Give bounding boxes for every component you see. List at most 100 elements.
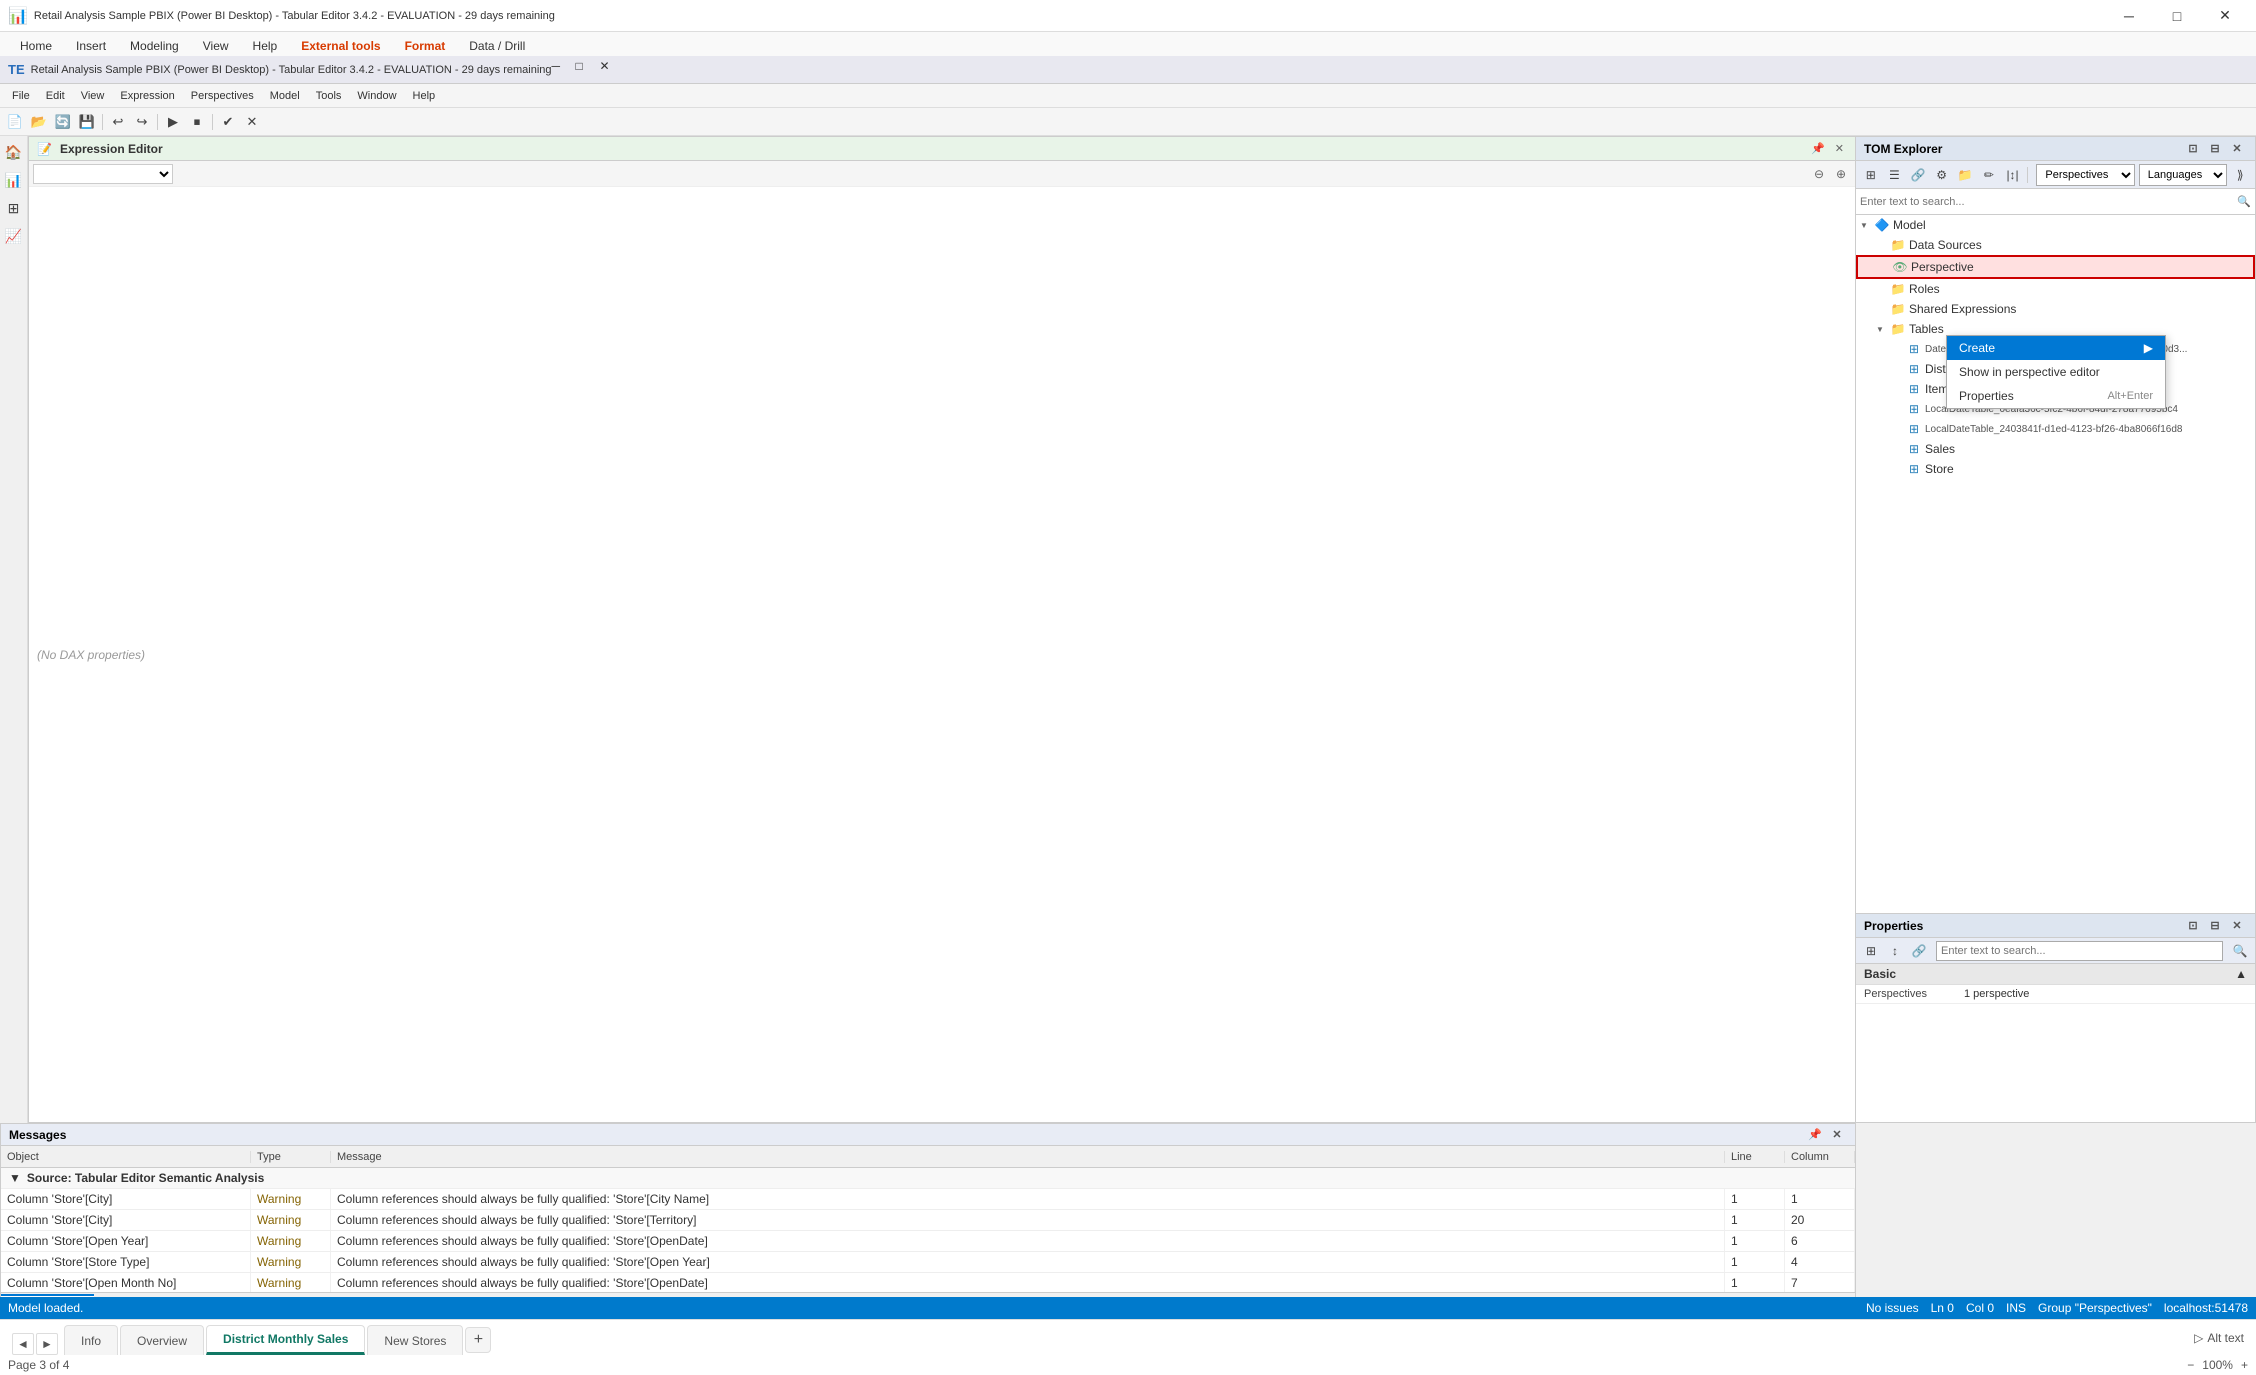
pbi-nav-right[interactable]: ► [36, 1333, 58, 1355]
window-controls: ─ □ ✕ [2106, 0, 2248, 32]
te-tb-redo[interactable]: ↪ [131, 111, 153, 133]
tree-item-perspective[interactable]: 👁 Perspective [1856, 255, 2255, 279]
tom-float-btn[interactable]: ⊟ [2205, 139, 2225, 159]
tree-item-shared[interactable]: 📁 Shared Expressions [1856, 299, 2255, 319]
te-tb-run[interactable]: ▶ [162, 111, 184, 133]
expr-nav-next[interactable]: ⊕ [1831, 164, 1851, 184]
tom-tb-settings[interactable]: ⚙ [1931, 164, 1953, 186]
tree-item-roles[interactable]: 📁 Roles [1856, 279, 2255, 299]
tree-item-datasources[interactable]: 📁 Data Sources [1856, 235, 2255, 255]
tree-item-localdatetable2[interactable]: ⊞ LocalDateTable_2403841f-d1ed-4123-bf26… [1856, 419, 2255, 439]
pbi-zoom-in-icon[interactable]: + [2241, 1358, 2248, 1372]
tabular-editor: TE Retail Analysis Sample PBIX (Power BI… [0, 56, 2256, 1319]
props-restore-btn[interactable]: ⊡ [2183, 916, 2203, 936]
te-tb-undo[interactable]: ↩ [107, 111, 129, 133]
messages-panel: Messages 📌 ✕ Object Type Message Line Co… [0, 1123, 1856, 1319]
pbi-tab-info[interactable]: Info [64, 1325, 118, 1355]
te-menu-view[interactable]: View [73, 88, 113, 104]
pbi-zoom-out-icon[interactable]: − [2187, 1358, 2194, 1372]
props-tb-grid[interactable]: ⊞ [1860, 940, 1882, 962]
te-tb-new[interactable]: 📄 [4, 111, 26, 133]
model-label: Model [1893, 218, 1926, 232]
msg-row3-col: 6 [1785, 1231, 1855, 1251]
tom-search-input[interactable] [1860, 192, 2237, 212]
pbi-add-tab-button[interactable]: + [465, 1327, 491, 1353]
ctx-create-arrow: ▶ [2144, 341, 2153, 355]
te-tb-open[interactable]: 📂 [28, 111, 50, 133]
tom-header-controls: ⊡ ⊟ ✕ [2183, 139, 2247, 159]
te-menu-help[interactable]: Help [405, 88, 444, 104]
ctx-create-label: Create [1959, 341, 1995, 355]
ctx-show-perspective-label: Show in perspective editor [1959, 365, 2100, 379]
props-search-icon[interactable]: 🔍 [2229, 940, 2251, 962]
te-menu-model[interactable]: Model [262, 88, 308, 104]
ctx-create[interactable]: Create ▶ [1947, 336, 2165, 360]
te-menu-window[interactable]: Window [349, 88, 404, 104]
ctx-show-perspective[interactable]: Show in perspective editor [1947, 360, 2165, 384]
msg-pin-btn[interactable]: 📌 [1805, 1125, 1825, 1145]
tree-item-store[interactable]: ⊞ Store [1856, 459, 2255, 479]
te-menu-file[interactable]: File [4, 88, 38, 104]
table-row[interactable]: Column 'Store'[Store Type] Warning Colum… [1, 1252, 1855, 1273]
close-button[interactable]: ✕ [2202, 0, 2248, 32]
tom-close-btn[interactable]: ✕ [2227, 139, 2247, 159]
left-icon-chart[interactable]: 📈 [2, 224, 26, 248]
expr-pin-btn[interactable]: 📌 [1808, 141, 1828, 156]
props-tb-sort[interactable]: ↕ [1884, 940, 1906, 962]
expression-editor-content[interactable]: (No DAX properties) [29, 187, 1855, 1122]
table-row[interactable]: Column 'Store'[City] Warning Column refe… [1, 1210, 1855, 1231]
table-row[interactable]: Column 'Store'[City] Warning Column refe… [1, 1189, 1855, 1210]
props-close-btn[interactable]: ✕ [2227, 916, 2247, 936]
tree-item-model[interactable]: 🔷 Model [1856, 215, 2255, 235]
perspectives-dropdown[interactable]: Perspectives [2036, 164, 2134, 186]
te-tb-stop[interactable]: ⏹ [186, 111, 208, 133]
table-row[interactable]: Column 'Store'[Open Month No] Warning Co… [1, 1273, 1855, 1292]
pbi-tab-new-stores[interactable]: New Stores [367, 1325, 463, 1355]
tom-tb-edit[interactable]: ✏ [1978, 164, 2000, 186]
te-menu-edit[interactable]: Edit [38, 88, 73, 104]
languages-dropdown[interactable]: Languages [2139, 164, 2228, 186]
props-float-btn[interactable]: ⊟ [2205, 916, 2225, 936]
tom-tb-tables[interactable]: ⊞ [1860, 164, 1882, 186]
expr-close-btn[interactable]: ✕ [1832, 141, 1847, 156]
alt-text-panel[interactable]: ▷ Alt text [2182, 1320, 2256, 1356]
pbi-nav-left[interactable]: ◄ [12, 1333, 34, 1355]
left-icon-table[interactable]: 📊 [2, 168, 26, 192]
minimize-button[interactable]: ─ [2106, 0, 2152, 32]
expr-nav-prev[interactable]: ⊖ [1809, 164, 1829, 184]
table-row[interactable]: Column 'Store'[Open Year] Warning Column… [1, 1231, 1855, 1252]
tom-tb-columns[interactable]: |↕| [2002, 164, 2024, 186]
ctx-properties[interactable]: Properties Alt+Enter [1947, 384, 2165, 408]
pbi-tab-overview[interactable]: Overview [120, 1325, 204, 1355]
te-maximize[interactable]: □ [576, 59, 598, 81]
te-tb-refresh[interactable]: 🔄 [52, 111, 74, 133]
te-menu-expression[interactable]: Expression [112, 88, 182, 104]
maximize-button[interactable]: □ [2154, 0, 2200, 32]
tom-tb-expand[interactable]: ⟫ [2229, 164, 2251, 186]
te-tb-save[interactable]: 💾 [76, 111, 98, 133]
te-menu-perspectives[interactable]: Perspectives [183, 88, 262, 104]
te-close[interactable]: ✕ [600, 59, 622, 81]
tables-toggle[interactable] [1876, 324, 1890, 335]
msg-section-toggle[interactable]: ▼ [9, 1171, 21, 1185]
model-toggle[interactable] [1860, 220, 1874, 231]
expr-object-select[interactable] [33, 164, 173, 184]
tom-tb-list[interactable]: ☰ [1884, 164, 1906, 186]
tom-restore-btn[interactable]: ⊡ [2183, 139, 2203, 159]
props-tb-link[interactable]: 🔗 [1908, 940, 1930, 962]
pbi-tab-bar: ◄ ► Info Overview District Monthly Sales… [0, 1320, 2256, 1355]
left-icon-explorer[interactable]: 🏠 [2, 140, 26, 164]
tom-tb-hierarchy[interactable]: 🔗 [1907, 164, 1929, 186]
tom-tb-folder[interactable]: 📁 [1955, 164, 1977, 186]
msg-col-object: Object [1, 1151, 251, 1163]
te-minimize[interactable]: ─ [552, 59, 574, 81]
left-icon-grid[interactable]: ⊞ [2, 196, 26, 220]
te-menu-tools[interactable]: Tools [308, 88, 350, 104]
te-tb-check[interactable]: ✔ [217, 111, 239, 133]
props-search-input[interactable] [1936, 941, 2223, 961]
tree-item-sales[interactable]: ⊞ Sales [1856, 439, 2255, 459]
tom-search-icon[interactable]: 🔍 [2237, 195, 2251, 208]
msg-close-btn[interactable]: ✕ [1827, 1125, 1847, 1145]
te-tb-x[interactable]: ✕ [241, 111, 263, 133]
pbi-tab-district-monthly-sales[interactable]: District Monthly Sales [206, 1325, 365, 1355]
